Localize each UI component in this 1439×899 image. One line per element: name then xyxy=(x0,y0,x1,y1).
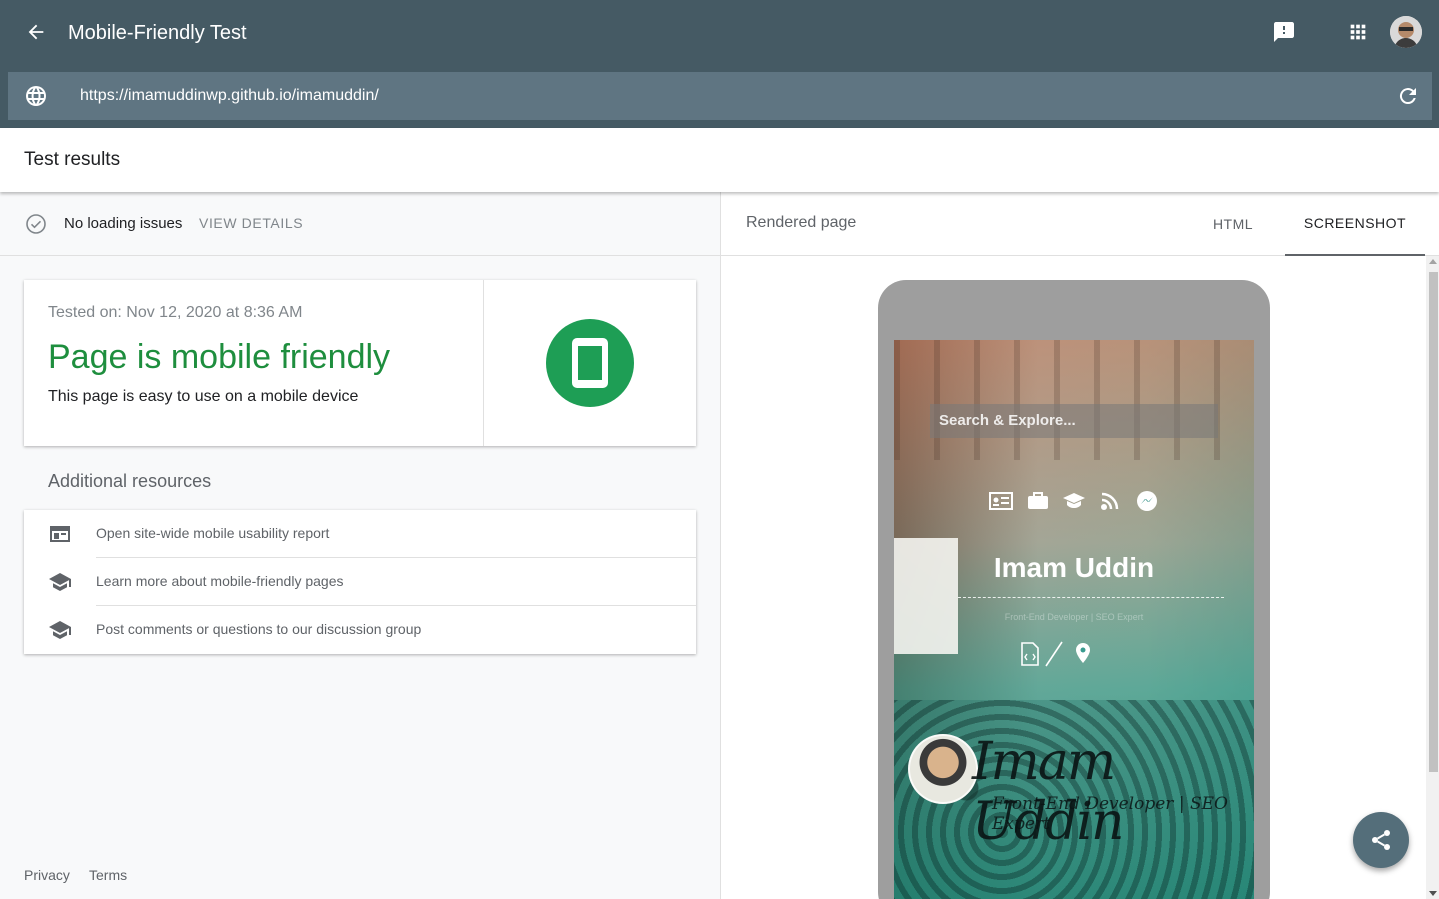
screenshot-ceiling xyxy=(894,340,1254,460)
messenger-icon xyxy=(1134,490,1160,512)
feedback-icon xyxy=(1274,22,1294,42)
screenshot-tagline: Front-End Developer | SEO Expert xyxy=(1004,612,1144,622)
scroll-down-arrow[interactable] xyxy=(1429,891,1437,896)
map-pin-icon xyxy=(1076,643,1090,663)
screenshot-scrollbar[interactable] xyxy=(1426,256,1439,899)
code-file-icon xyxy=(1021,642,1039,666)
feedback-button[interactable] xyxy=(1270,18,1298,46)
page-screenshot: Search & Explore... Imam Uddin Front-End… xyxy=(894,340,1254,899)
screenshot-dashed-line xyxy=(958,597,1224,598)
results-title: Test results xyxy=(24,149,121,170)
slash-divider-icon xyxy=(1045,641,1063,667)
school-icon xyxy=(49,573,71,591)
screenshot-role: Front-End Developer | SEO Expert xyxy=(992,794,1228,834)
results-panel: No loading issues VIEW DETAILS Tested on… xyxy=(0,192,720,899)
web-report-icon xyxy=(50,526,70,542)
rendered-page-panel: Rendered page HTML SCREENSHOT Search & E… xyxy=(720,192,1439,899)
globe-icon xyxy=(26,86,46,106)
graduation-cap-icon xyxy=(1061,490,1087,512)
screenshot-icon-row-2 xyxy=(1020,640,1100,668)
url-field[interactable]: https://imamuddinwp.github.io/imamuddin/ xyxy=(80,86,379,106)
share-button[interactable] xyxy=(1353,812,1409,868)
screenshot-name: Imam Uddin xyxy=(993,552,1155,583)
mobile-friendly-badge xyxy=(546,319,634,407)
loading-status-text: No loading issues xyxy=(64,215,183,232)
check-circle-icon xyxy=(26,214,46,234)
back-button[interactable] xyxy=(22,18,50,46)
smartphone-icon xyxy=(572,338,608,388)
briefcase-icon xyxy=(1025,490,1051,512)
view-details-button[interactable]: VIEW DETAILS xyxy=(199,215,303,231)
tab-html[interactable]: HTML xyxy=(1197,192,1269,256)
verdict-heading: Page is mobile friendly xyxy=(48,338,391,376)
scroll-thumb[interactable] xyxy=(1429,272,1438,772)
rendered-page-label: Rendered page xyxy=(746,214,857,231)
tested-on-date: Tested on: Nov 12, 2020 at 8:36 AM xyxy=(48,304,303,321)
privacy-link[interactable]: Privacy xyxy=(24,867,70,883)
account-avatar[interactable] xyxy=(1390,16,1422,48)
scroll-up-arrow[interactable] xyxy=(1429,259,1437,264)
resource-usability-report[interactable]: Open site-wide mobile usability report xyxy=(24,510,696,558)
screenshot-search-bar: Search & Explore... xyxy=(930,404,1218,438)
apps-grid-icon xyxy=(1350,24,1366,40)
screenshot-signature: Imam Uddin xyxy=(972,732,1125,852)
loading-status-row: No loading issues VIEW DETAILS xyxy=(0,192,720,256)
apps-button[interactable] xyxy=(1344,18,1372,46)
school-icon xyxy=(49,621,71,639)
tab-screenshot[interactable]: SCREENSHOT xyxy=(1285,192,1425,256)
additional-resources-title: Additional resources xyxy=(48,471,212,491)
resources-list: Open site-wide mobile usability report L… xyxy=(24,510,696,654)
results-header: Test results xyxy=(0,128,1439,192)
phone-frame: Search & Explore... Imam Uddin Front-End… xyxy=(878,280,1270,899)
card-divider xyxy=(483,280,484,446)
resource-discussion-group[interactable]: Post comments or questions to our discus… xyxy=(24,606,696,654)
id-card-icon xyxy=(988,490,1014,512)
app-bar: Mobile-Friendly Test https://imamuddinwp… xyxy=(0,0,1439,128)
share-icon xyxy=(1372,830,1390,850)
result-card: Tested on: Nov 12, 2020 at 8:36 AM Page … xyxy=(24,280,696,446)
rendered-page-header: Rendered page HTML SCREENSHOT xyxy=(721,192,1439,256)
url-bar[interactable]: https://imamuddinwp.github.io/imamuddin/ xyxy=(8,72,1432,120)
resource-label: Learn more about mobile-friendly pages xyxy=(96,573,344,589)
resource-label: Open site-wide mobile usability report xyxy=(96,525,330,541)
app-bar-row: Mobile-Friendly Test xyxy=(0,0,1439,66)
resource-label: Post comments or questions to our discus… xyxy=(96,621,422,637)
screenshot-avatar xyxy=(908,734,978,804)
screenshot-icon-row xyxy=(988,490,1160,514)
verdict-description: This page is easy to use on a mobile dev… xyxy=(48,388,359,405)
terms-link[interactable]: Terms xyxy=(89,867,127,883)
avatar-photo-icon xyxy=(1390,16,1422,48)
arrow-back-icon xyxy=(28,24,44,40)
app-title: Mobile-Friendly Test xyxy=(68,22,247,44)
refresh-icon[interactable] xyxy=(1396,84,1420,108)
resource-learn-more[interactable]: Learn more about mobile-friendly pages xyxy=(24,558,696,606)
blog-feed-icon xyxy=(1098,490,1124,512)
